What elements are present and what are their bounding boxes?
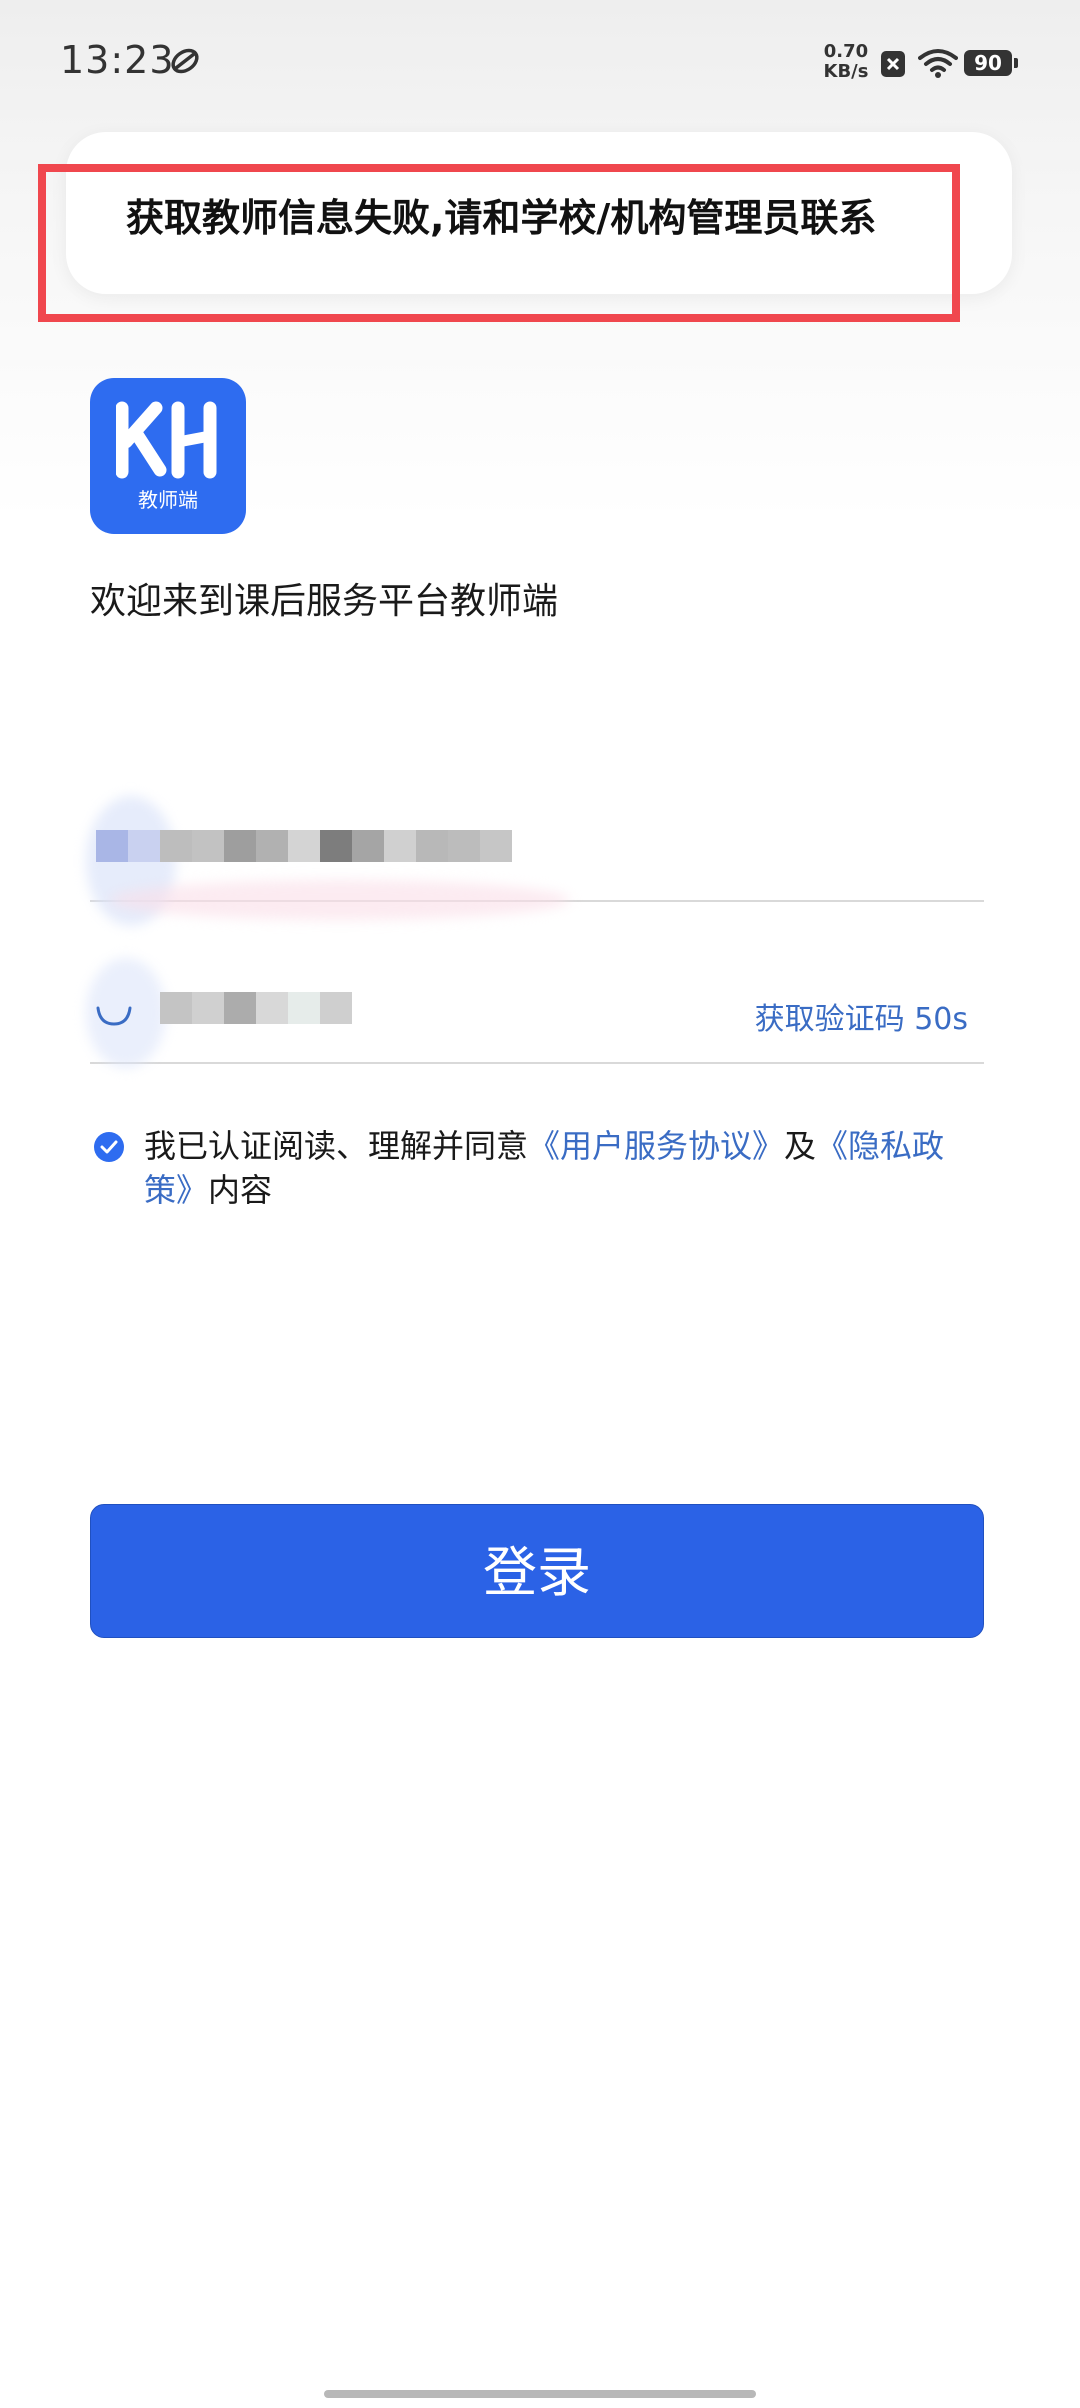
masked-phone-number — [96, 830, 512, 862]
agreement-suffix: 内容 — [208, 1171, 273, 1209]
agreement-prefix: 我已认证阅读、理解并同意 — [144, 1127, 529, 1165]
network-speed-value: 0.70 — [823, 41, 869, 62]
error-toast-message: 获取教师信息失败,请和学校/机构管理员联系 — [126, 196, 877, 240]
app-notification-icon — [170, 46, 200, 80]
masked-verification-code — [160, 992, 352, 1024]
welcome-heading: 欢迎来到课后服务平台教师端 — [90, 581, 559, 622]
login-button[interactable]: 登录 — [90, 1504, 984, 1638]
agreement-text: 我已认证阅读、理解并同意《用户服务协议》及《隐私政策》内容 — [144, 1124, 984, 1212]
agreement-checkbox[interactable] — [94, 1132, 124, 1162]
agreement-and: 及 — [784, 1127, 817, 1165]
logo-caption: 教师端 — [138, 488, 198, 512]
phone-input[interactable] — [86, 796, 984, 926]
wifi-icon — [918, 48, 958, 82]
verification-code-input[interactable]: 获取验证码 50s — [86, 958, 984, 1068]
check-icon — [100, 1140, 118, 1154]
status-time: 13:23 — [60, 38, 175, 82]
network-speed-unit: KB/s — [823, 61, 869, 82]
status-bar: 13:23 0.70 KB/s 90 — [0, 0, 1080, 120]
user-agreement-link[interactable]: 《用户服务协议》 — [528, 1127, 784, 1165]
home-indicator[interactable] — [324, 2390, 756, 2398]
code-field-icon — [94, 1006, 134, 1032]
battery-indicator: 90 — [964, 50, 1018, 76]
no-sim-icon — [880, 50, 906, 82]
blur-mask — [110, 880, 570, 920]
get-code-button[interactable]: 获取验证码 50s — [755, 994, 968, 1038]
kh-logo-icon — [116, 401, 217, 479]
network-speed: 0.70 KB/s — [820, 42, 872, 82]
app-logo: 教师端 — [90, 378, 246, 534]
